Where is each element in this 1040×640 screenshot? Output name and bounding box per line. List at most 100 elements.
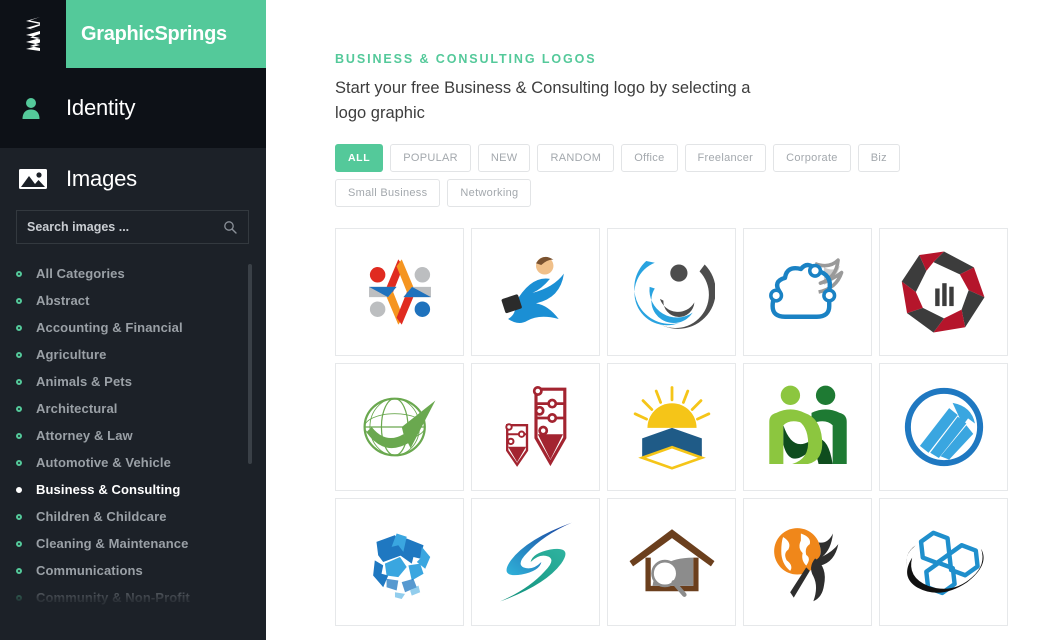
filter-tag[interactable]: RANDOM [537, 144, 615, 172]
sidebar: GraphicSprings Identity Images Search im… [0, 0, 266, 640]
running-graduate-person-logo [492, 251, 580, 333]
bullet-icon [16, 351, 36, 358]
bullet-icon [16, 297, 36, 304]
category-item[interactable]: Business & Consulting [16, 476, 266, 503]
app-root: GraphicSprings Identity Images Search im… [0, 0, 1040, 640]
category-item-label: Attorney & Law [36, 428, 133, 443]
search-input[interactable] [27, 220, 222, 234]
category-item-label: Automotive & Vehicle [36, 455, 171, 470]
sidebar-item-images[interactable]: Images [0, 148, 266, 210]
category-item[interactable]: Animals & Pets [16, 368, 266, 395]
filter-tag[interactable]: Small Business [335, 179, 441, 207]
category-item[interactable]: Architectural [16, 395, 266, 422]
bullet-icon [16, 378, 36, 385]
filter-tag[interactable]: Office [621, 144, 678, 172]
bullet-icon [16, 324, 36, 331]
logo-grid [335, 228, 1008, 626]
logo-card[interactable] [607, 498, 736, 626]
category-item[interactable]: Communications [16, 557, 266, 584]
bullet-icon [16, 594, 36, 601]
two-green-people-logo [765, 383, 851, 471]
logo-card[interactable] [335, 228, 464, 356]
logo-card[interactable] [607, 228, 736, 356]
bullet-icon [16, 459, 36, 466]
category-item-label: Business & Consulting [36, 482, 181, 497]
brand-name-text: GraphicSprings [81, 22, 227, 45]
logo-card[interactable] [743, 228, 872, 356]
house-magnifier-roof-logo [626, 522, 718, 602]
cloud-network-bird-logo [762, 253, 854, 331]
spring-zigzag-icon [26, 17, 40, 51]
category-item[interactable]: Children & Childcare [16, 503, 266, 530]
category-item[interactable]: Community & Non-Profit [16, 584, 266, 611]
red-black-pinwheel-bars-logo [900, 248, 988, 336]
logo-card[interactable] [879, 498, 1008, 626]
red-circuit-arrows-logo [500, 382, 572, 472]
logo-card[interactable] [335, 498, 464, 626]
category-item[interactable]: Abstract [16, 287, 266, 314]
sidebar-item-images-label: Images [66, 166, 137, 191]
swoosh-person-crescent-logo [629, 249, 715, 335]
logo-card[interactable] [879, 363, 1008, 491]
blue-circle-growth-bars-logo [901, 384, 987, 470]
search-icon[interactable] [222, 219, 238, 235]
filter-tag[interactable]: ALL [335, 144, 384, 172]
category-item-label: Children & Childcare [36, 509, 167, 524]
filter-tag[interactable]: Networking [447, 179, 532, 207]
logo-card[interactable] [879, 228, 1008, 356]
orange-globe-runner-logo [763, 521, 853, 603]
blue-green-swoosh-s-logo [491, 519, 581, 605]
category-item-label: Community & Non-Profit [36, 590, 190, 605]
bullet-icon [16, 405, 36, 412]
category-item[interactable]: Accounting & Financial [16, 314, 266, 341]
category-item[interactable]: Cleaning & Maintenance [16, 530, 266, 557]
page-eyebrow: BUSINESS & CONSULTING LOGOS [335, 52, 597, 66]
logo-card[interactable] [335, 363, 464, 491]
filter-tag[interactable]: POPULAR [390, 144, 471, 172]
bullet-icon [16, 567, 36, 574]
image-icon [18, 167, 66, 191]
bullet-icon [16, 513, 36, 520]
category-item-label: All Categories [36, 266, 125, 281]
bullet-icon [16, 432, 36, 439]
category-list[interactable]: All Categories Abstract Accounting & Finan… [0, 260, 266, 620]
search-box[interactable] [16, 210, 249, 244]
filter-tag[interactable]: NEW [477, 144, 531, 172]
person-icon [18, 95, 66, 121]
filter-tag[interactable]: Corporate [773, 144, 851, 172]
main-content: BUSINESS & CONSULTING LOGOS Start your f… [266, 0, 1040, 640]
category-item[interactable]: Attorney & Law [16, 422, 266, 449]
page-title: Start your free Business & Consulting lo… [335, 79, 751, 122]
category-item-label: Accounting & Financial [36, 320, 183, 335]
category-item-label: Abstract [36, 293, 90, 308]
logo-card[interactable] [743, 363, 872, 491]
logo-card[interactable] [471, 363, 600, 491]
filter-tag[interactable]: Freelancer [684, 144, 767, 172]
green-globe-arrow-logo [354, 388, 446, 466]
category-item-label: Agriculture [36, 347, 107, 362]
category-list-scrollbar[interactable] [248, 264, 252, 464]
logo-card[interactable] [471, 498, 600, 626]
sidebar-item-identity-label: Identity [66, 95, 136, 120]
category-item-label: Cleaning & Maintenance [36, 536, 189, 551]
logo-card[interactable] [471, 228, 600, 356]
category-item[interactable]: Agriculture [16, 341, 266, 368]
logo-card[interactable] [607, 363, 736, 491]
brand-logo[interactable] [0, 0, 66, 68]
brand-name-banner[interactable]: GraphicSprings [66, 0, 266, 68]
people-star-circle-logo [357, 249, 443, 335]
bullet-icon [16, 486, 36, 493]
blue-puzzle-globe-logo [358, 520, 442, 604]
category-item[interactable]: All Categories [16, 260, 266, 287]
logo-card[interactable] [743, 498, 872, 626]
filter-tag[interactable]: Biz [857, 144, 900, 172]
category-item[interactable]: Automotive & Vehicle [16, 449, 266, 476]
bullet-icon [16, 540, 36, 547]
sidebar-item-identity[interactable]: Identity [0, 68, 266, 148]
category-item-label: Architectural [36, 401, 118, 416]
hexagon-cluster-orbit-logo [898, 524, 990, 600]
bullet-icon [16, 270, 36, 277]
brand-row: GraphicSprings [0, 0, 266, 68]
search-wrapper [0, 210, 266, 244]
category-item-label: Animals & Pets [36, 374, 133, 389]
